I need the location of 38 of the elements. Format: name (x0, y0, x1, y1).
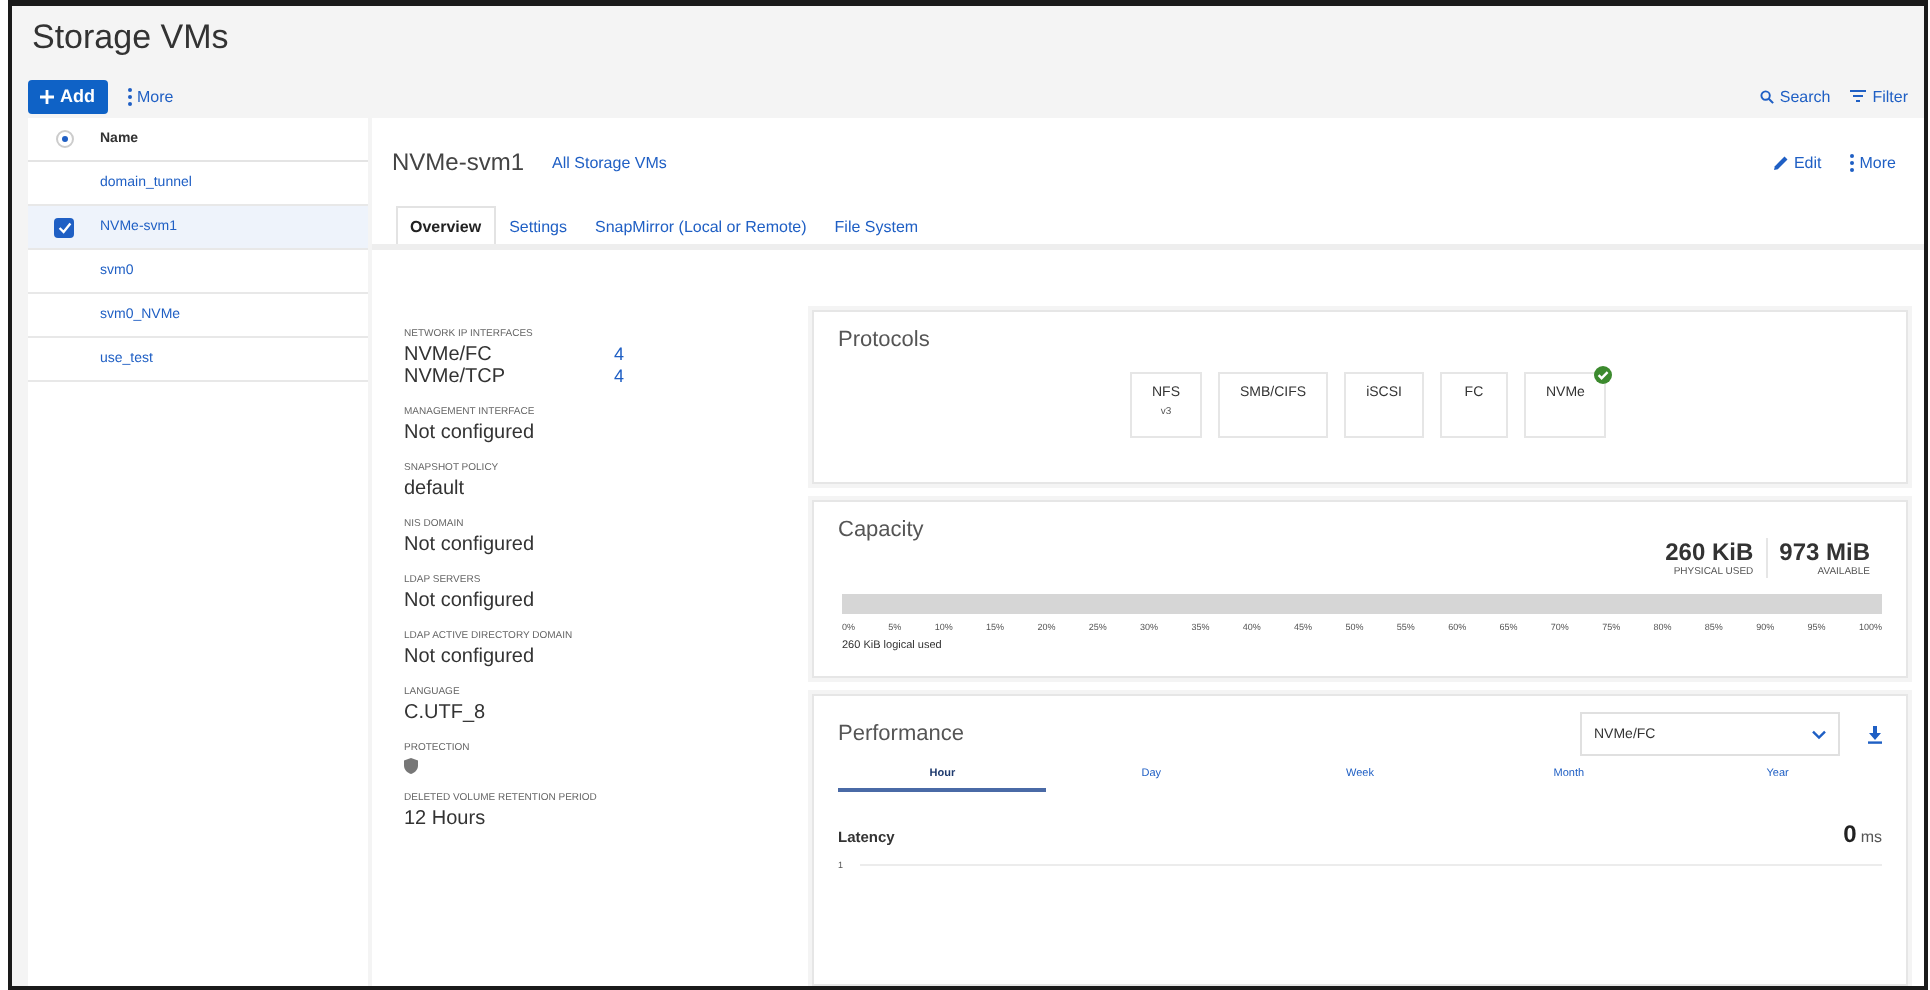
card-title: Protocols (838, 328, 932, 352)
more-button[interactable]: More (127, 87, 174, 105)
unit-label: ms (1860, 828, 1882, 846)
pencil-icon (1773, 155, 1788, 169)
plus-icon (40, 89, 54, 103)
filter-icon (1850, 90, 1867, 102)
shield-icon (404, 758, 418, 774)
svm-title: NVMe-svm1 (392, 148, 525, 176)
interface-count-link[interactable]: 4 (613, 344, 624, 366)
all-storage-vms-link[interactable]: All Storage VMs (552, 153, 667, 171)
field-value: Not configured (404, 646, 537, 668)
search-icon (1759, 89, 1774, 103)
field-value: Not configured (404, 422, 537, 444)
field-value: Not configured (404, 590, 537, 612)
kebab-icon (1849, 153, 1854, 171)
available-value: 973 MiB (1779, 538, 1870, 566)
field-value: C.UTF_8 (404, 702, 488, 724)
search-button[interactable]: Search (1759, 87, 1831, 105)
field-value: default (404, 478, 467, 500)
latency-value: 0 (1843, 820, 1857, 848)
interface-name: NVMe/FC (404, 344, 492, 366)
field-value: Not configured (404, 534, 537, 556)
add-button[interactable]: Add (28, 79, 107, 113)
edit-button[interactable]: Edit (1773, 153, 1822, 171)
more-button[interactable]: More (1849, 153, 1896, 171)
select-all-radio[interactable] (55, 130, 73, 148)
tab[interactable]: Overview (396, 206, 496, 244)
interface-name: NVMe/TCP (404, 366, 506, 388)
card-title: Performance (838, 722, 964, 746)
page-title: Storage VMs (30, 16, 231, 60)
interface-count-link[interactable]: 4 (613, 366, 624, 388)
field-value: 12 Hours (404, 808, 488, 830)
used-value: 260 KiB (1665, 538, 1754, 566)
row-checkbox[interactable] (54, 217, 74, 237)
download-icon[interactable] (1868, 725, 1882, 743)
chevron-down-icon (1812, 729, 1826, 739)
card-title: Capacity (838, 518, 926, 542)
filter-button[interactable]: Filter (1850, 87, 1908, 105)
